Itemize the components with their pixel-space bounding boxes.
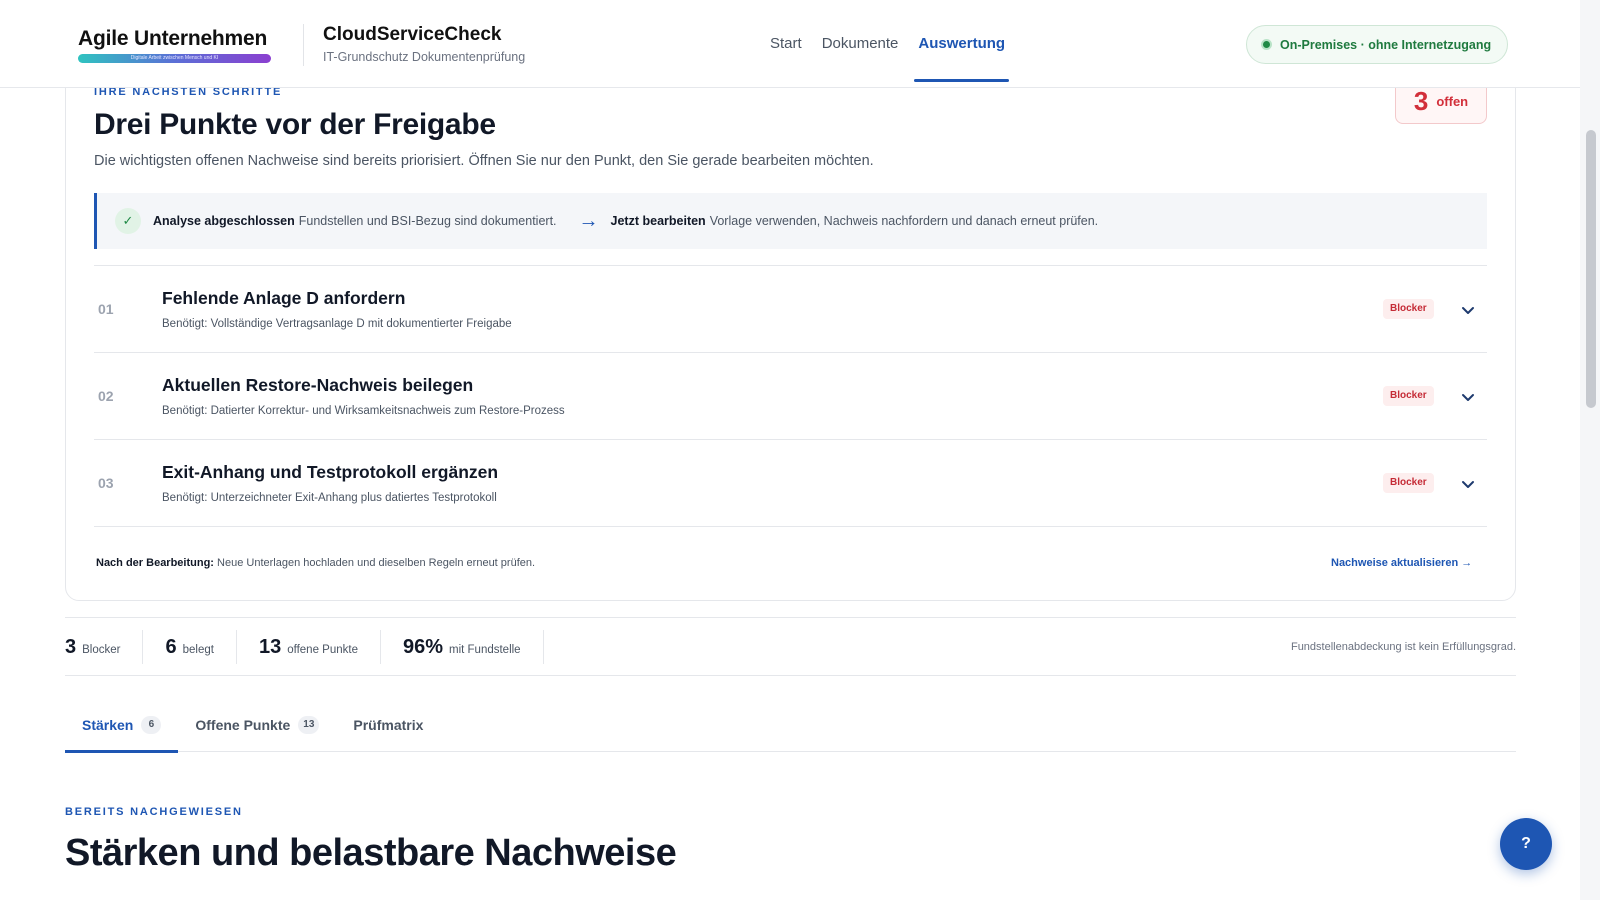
- task-number: 01: [98, 301, 114, 317]
- task-number: 02: [98, 388, 114, 404]
- stats-note: Fundstellenabdeckung ist kein Erfüllungs…: [1290, 640, 1516, 653]
- status-info-bar: ✓ Analyse abgeschlossen Fundstellen und …: [94, 193, 1487, 249]
- task-subtitle: Benötigt: Vollständige Vertragsanlage D …: [162, 318, 512, 330]
- tab-count-badge: 6: [141, 715, 162, 734]
- refresh-evidence-link[interactable]: Nachweise aktualisieren →: [1331, 557, 1472, 569]
- tab-label: Stärken: [82, 716, 134, 733]
- tab-label: Offene Punkte: [195, 716, 291, 733]
- scrollbar-thumb[interactable]: [1586, 130, 1596, 408]
- after-edit-label: Nach der Bearbeitung:: [96, 557, 214, 569]
- next-steps-title: Drei Punkte vor der Freigabe: [94, 108, 496, 141]
- environment-badge: On-Premises · ohne Internetzugang: [1246, 25, 1509, 64]
- stat-label: mit Fundstelle: [449, 643, 521, 656]
- product-name: CloudServiceCheck: [323, 24, 502, 45]
- tab-pruefmatrix[interactable]: Prüfmatrix: [336, 697, 440, 752]
- product-subtitle: IT-Grundschutz Dokumentenprüfung: [323, 50, 526, 64]
- chevron-down-icon[interactable]: [1457, 473, 1479, 495]
- task-row[interactable]: 01 Fehlende Anlage D anfordern Benötigt:…: [94, 265, 1487, 351]
- product-title-block: CloudServiceCheck IT-Grundschutz Dokumen…: [323, 24, 525, 64]
- stat-label: Blocker: [82, 643, 121, 656]
- blocker-badge: Blocker: [1383, 299, 1434, 319]
- task-subtitle: Benötigt: Unterzeichneter Exit-Anhang pl…: [162, 492, 497, 504]
- strengths-title: Stärken und belastbare Nachweise: [65, 832, 677, 874]
- stat-label: belegt: [182, 643, 214, 656]
- open-label: offen: [1436, 93, 1469, 109]
- nav-dokumente[interactable]: Dokumente: [812, 0, 909, 88]
- environment-label: On-Premises · ohne Internetzugang: [1280, 37, 1492, 52]
- header-divider: [303, 24, 304, 66]
- task-number: 03: [98, 475, 114, 491]
- nav-auswertung[interactable]: Auswertung: [908, 0, 1015, 88]
- after-edit-text: Neue Unterlagen hochladen und dieselben …: [217, 557, 536, 569]
- app-header: Agile Unternehmen Digitale Arbeit zwisch…: [0, 0, 1580, 88]
- brand-logo[interactable]: Agile Unternehmen Digitale Arbeit zwisch…: [78, 27, 271, 63]
- task-row[interactable]: 03 Exit-Anhang und Testprotokoll ergänze…: [94, 439, 1487, 525]
- tab-label: Prüfmatrix: [353, 716, 424, 733]
- brand-name: Agile Unternehmen: [78, 27, 268, 50]
- stats-bar: 3 Blocker 6 belegt 13 offene Punkte 96% …: [65, 617, 1516, 676]
- stat-value: 6: [165, 635, 177, 658]
- strengths-eyebrow: BEREITS NACHGEWIESEN: [65, 806, 243, 818]
- divider: [94, 526, 1487, 527]
- chevron-down-icon[interactable]: [1457, 299, 1479, 321]
- next-action-label: Jetzt bearbeiten: [610, 214, 706, 228]
- task-title: Aktuellen Restore-Nachweis beilegen: [162, 375, 474, 395]
- nav-start[interactable]: Start: [760, 0, 812, 88]
- status-dot-icon: [1261, 39, 1272, 50]
- after-edit-hint: Nach der Bearbeitung: Neue Unterlagen ho…: [96, 557, 535, 569]
- tab-bar: Stärken 6 Offene Punkte 13 Prüfmatrix: [65, 697, 1516, 753]
- task-title: Fehlende Anlage D anfordern: [162, 288, 406, 308]
- arrow-right-icon: →: [578, 209, 599, 232]
- task-subtitle: Benötigt: Datierter Korrektur- und Wirks…: [162, 405, 565, 417]
- next-steps-description: Die wichtigsten offenen Nachweise sind b…: [94, 153, 874, 169]
- help-button[interactable]: ?: [1500, 818, 1552, 870]
- scrollbar[interactable]: [1580, 0, 1600, 900]
- stat-offene-punkte: 13 offene Punkte: [237, 629, 381, 664]
- stat-fundstelle: 96% mit Fundstelle: [381, 629, 544, 664]
- chevron-down-icon[interactable]: [1457, 386, 1479, 408]
- main-nav: Start Dokumente Auswertung: [760, 0, 1015, 88]
- blocker-badge: Blocker: [1383, 473, 1434, 493]
- check-icon: ✓: [115, 208, 141, 234]
- task-row[interactable]: 02 Aktuellen Restore-Nachweis beilegen B…: [94, 352, 1487, 438]
- tab-offene-punkte[interactable]: Offene Punkte 13: [178, 697, 336, 752]
- analysis-done-text: Fundstellen und BSI-Bezug sind dokumenti…: [298, 214, 557, 228]
- next-action-text: Vorlage verwenden, Nachweis nachfordern …: [709, 214, 1099, 228]
- brand-tagline-bar: Digitale Arbeit zwischen Mensch und KI: [78, 54, 271, 63]
- task-title: Exit-Anhang und Testprotokoll ergänzen: [162, 462, 499, 482]
- tab-staerken[interactable]: Stärken 6: [65, 697, 179, 753]
- stat-value: 13: [258, 635, 282, 658]
- stat-value: 3: [65, 635, 77, 658]
- stat-belegt: 6 belegt: [143, 629, 237, 664]
- open-count: 3: [1413, 85, 1429, 116]
- tab-count-badge: 13: [298, 715, 320, 734]
- blocker-badge: Blocker: [1383, 386, 1434, 406]
- stat-blocker: 3 Blocker: [65, 629, 144, 664]
- stat-value: 96%: [402, 635, 443, 658]
- analysis-done-label: Analyse abgeschlossen: [153, 214, 295, 228]
- stat-label: offene Punkte: [287, 643, 358, 656]
